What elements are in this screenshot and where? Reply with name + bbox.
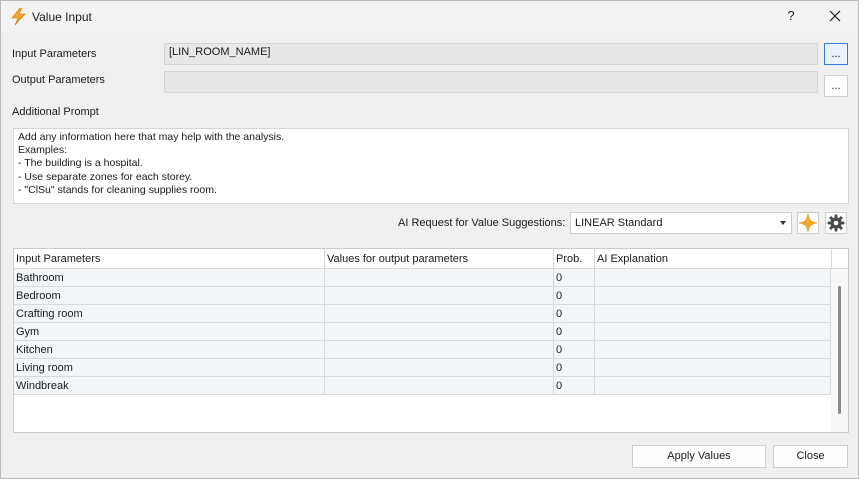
ai-settings-button[interactable] — [825, 212, 847, 234]
additional-prompt-textarea[interactable]: Add any information here that may help w… — [13, 128, 849, 204]
cell-explanation[interactable] — [595, 323, 831, 341]
column-header-ai-explanation[interactable]: AI Explanation — [595, 249, 832, 269]
table-row[interactable]: Bathroom 0 — [14, 269, 831, 287]
table-row[interactable]: Bedroom 0 — [14, 287, 831, 305]
cell-input[interactable]: Bathroom — [14, 269, 325, 287]
close-button[interactable]: Close — [773, 445, 848, 468]
cell-input[interactable]: Kitchen — [14, 341, 325, 359]
additional-prompt-label: Additional Prompt — [12, 106, 99, 118]
ai-suggest-button[interactable] — [797, 212, 819, 234]
table-row[interactable]: Windbreak 0 — [14, 377, 831, 395]
ai-request-label: AI Request for Value Suggestions: — [398, 217, 566, 229]
cell-explanation[interactable] — [595, 377, 831, 395]
table-row[interactable]: Gym 0 — [14, 323, 831, 341]
apply-values-button[interactable]: Apply Values — [632, 445, 766, 468]
column-header-values[interactable]: Values for output parameters — [325, 249, 554, 269]
grid-vertical-scrollbar[interactable] — [831, 269, 848, 432]
cell-prob[interactable]: 0 — [554, 269, 595, 287]
table-row[interactable]: Living room 0 — [14, 359, 831, 377]
output-parameters-field[interactable] — [164, 71, 818, 93]
chevron-down-icon — [780, 221, 786, 225]
cell-prob[interactable]: 0 — [554, 287, 595, 305]
ai-request-select[interactable]: LINEAR Standard — [570, 212, 792, 234]
cell-value[interactable] — [325, 377, 554, 395]
cell-prob[interactable]: 0 — [554, 377, 595, 395]
cell-explanation[interactable] — [595, 287, 831, 305]
cell-prob[interactable]: 0 — [554, 359, 595, 377]
ai-request-selected-value: LINEAR Standard — [575, 217, 663, 229]
grid-header: Input Parameters Values for output param… — [14, 249, 832, 269]
input-parameters-browse-button[interactable]: ... — [824, 43, 848, 65]
cell-input[interactable]: Bedroom — [14, 287, 325, 305]
window-title: Value Input — [32, 10, 92, 24]
table-row[interactable]: Kitchen 0 — [14, 341, 831, 359]
window-close-button[interactable] — [817, 3, 853, 29]
cell-explanation[interactable] — [595, 359, 831, 377]
help-button[interactable]: ? — [780, 3, 802, 29]
column-header-input-parameters[interactable]: Input Parameters — [14, 249, 325, 269]
cell-value[interactable] — [325, 287, 554, 305]
cell-explanation[interactable] — [595, 341, 831, 359]
cell-value[interactable] — [325, 341, 554, 359]
title-bar: Value Input ? — [1, 1, 858, 32]
input-parameters-label: Input Parameters — [12, 48, 97, 60]
grid-header-filler — [832, 249, 848, 269]
close-icon — [829, 10, 841, 22]
cell-value[interactable] — [325, 305, 554, 323]
cell-prob[interactable]: 0 — [554, 341, 595, 359]
cell-value[interactable] — [325, 323, 554, 341]
gear-icon — [827, 214, 845, 232]
output-parameters-label: Output Parameters — [12, 74, 105, 86]
scrollbar-thumb[interactable] — [838, 286, 841, 414]
cell-input[interactable]: Windbreak — [14, 377, 325, 395]
cell-input[interactable]: Gym — [14, 323, 325, 341]
cell-value[interactable] — [325, 269, 554, 287]
cell-explanation[interactable] — [595, 269, 831, 287]
lightning-icon — [11, 8, 26, 25]
cell-prob[interactable]: 0 — [554, 305, 595, 323]
value-input-dialog: Value Input ? Input Parameters [LIN_ROOM… — [0, 0, 859, 479]
column-header-prob[interactable]: Prob. — [554, 249, 595, 269]
cell-prob[interactable]: 0 — [554, 323, 595, 341]
values-grid: Input Parameters Values for output param… — [13, 248, 849, 433]
table-row[interactable]: Crafting room 0 — [14, 305, 831, 323]
sparkle-icon — [798, 213, 818, 233]
cell-value[interactable] — [325, 359, 554, 377]
input-parameters-field[interactable]: [LIN_ROOM_NAME] — [164, 43, 818, 65]
output-parameters-browse-button[interactable]: ... — [824, 75, 848, 97]
cell-explanation[interactable] — [595, 305, 831, 323]
cell-input[interactable]: Living room — [14, 359, 325, 377]
cell-input[interactable]: Crafting room — [14, 305, 325, 323]
